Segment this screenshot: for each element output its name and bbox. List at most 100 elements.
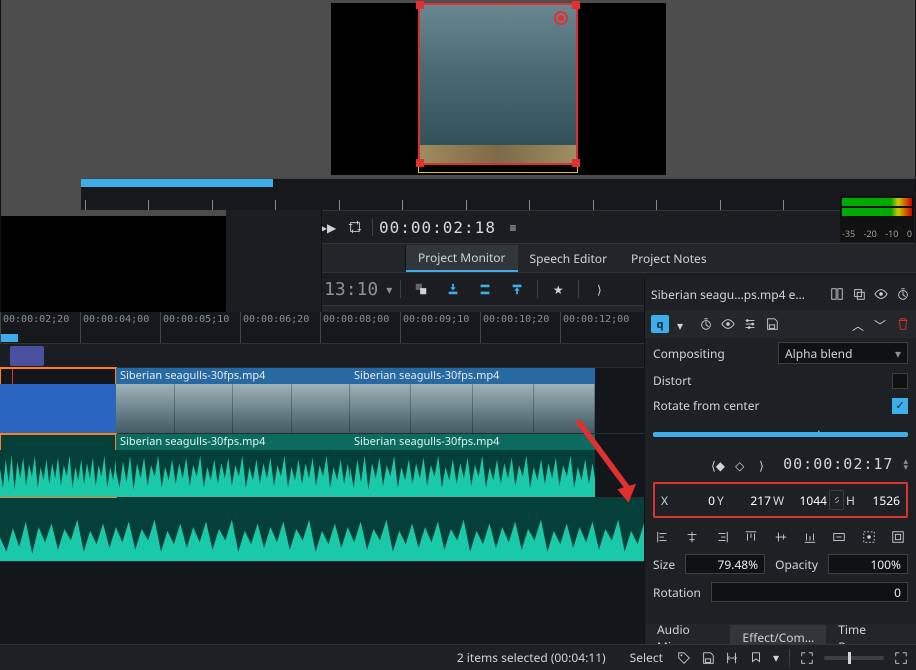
align-left-icon[interactable] [653, 528, 673, 546]
delete-effect-icon[interactable] [896, 317, 910, 331]
audio-track-2[interactable] [0, 498, 644, 562]
tool-insert-icon[interactable] [441, 277, 465, 301]
clip-title: Siberian seagulls-30fps.mp4 [116, 434, 350, 450]
transform-w[interactable]: W 1044 [773, 492, 827, 509]
status-fit-icon[interactable] [894, 651, 908, 665]
w-label: W [773, 492, 785, 509]
rotation-label: Rotation [653, 584, 701, 601]
kf-spinner[interactable]: ▴▾ [903, 458, 908, 470]
transform-handle[interactable] [572, 1, 580, 9]
status-mode: Select [630, 649, 663, 666]
status-snap-icon[interactable] [725, 651, 739, 665]
effect-chip[interactable]: q [651, 315, 669, 333]
tool-compositing-icon[interactable] [409, 277, 433, 301]
align-bottom-icon[interactable] [800, 528, 820, 546]
ruler-label: 00:00:06;20 [243, 314, 309, 325]
subtitle-chip[interactable] [10, 346, 44, 366]
project-timecode[interactable]: 00:00:02:18 [379, 218, 496, 237]
status-marker-icon[interactable] [749, 651, 763, 665]
project-monitor-canvas[interactable] [331, 3, 666, 175]
project-menu-icon[interactable]: ≡ [502, 216, 524, 238]
tool-favorite-icon[interactable]: ★ [546, 277, 570, 301]
rotate-center-checkbox[interactable] [892, 398, 908, 414]
target-marker-icon [554, 11, 568, 25]
timeline-ruler[interactable]: 00:00:02;20 00:00:04;00 00:00:05;10 00:0… [0, 312, 644, 344]
x-value[interactable]: 0 [675, 492, 715, 509]
tab-speech-editor[interactable]: Speech Editor [518, 246, 620, 271]
panel-visibility-icon[interactable] [874, 287, 888, 301]
audio-clip[interactable]: Siberian seagulls-30fps.mp4 [116, 434, 350, 497]
meter-label: -20 [864, 227, 877, 240]
ruler-label: 00:00:10;20 [483, 314, 549, 325]
distort-checkbox[interactable] [892, 373, 908, 389]
ruler-label: 00:00:05;10 [163, 314, 229, 325]
kf-prev-icon[interactable]: ⟨◆ [711, 457, 725, 471]
align-right-icon[interactable] [712, 528, 732, 546]
collapse-up-icon[interactable]: ︿ [852, 317, 866, 331]
audio-clip[interactable] [0, 434, 116, 497]
status-zoom-slider[interactable] [824, 656, 884, 660]
tool-overflow-icon[interactable]: ⟩ [587, 277, 611, 301]
video-clip[interactable] [0, 368, 116, 433]
video-clip[interactable]: Siberian seagulls-30fps.mp4 [116, 368, 350, 433]
panel-timer-icon[interactable] [896, 287, 910, 301]
audio-track-1[interactable]: Siberian seagulls-30fps.mp4 Siberian sea… [0, 434, 644, 498]
project-monitor-panel: 1:1 ▾ ◀◀ ▶ ▾ ▶▶ 00:00:02:18 ≡ [80, 0, 916, 244]
stopwatch-icon[interactable] [699, 317, 713, 331]
chevron-down-icon[interactable]: ▾ [773, 649, 779, 666]
transform-y[interactable]: Y 217 [717, 492, 771, 509]
status-fullscreen-icon[interactable] [800, 651, 814, 665]
tool-overwrite-icon[interactable] [473, 277, 497, 301]
project-crop-icon[interactable] [344, 216, 366, 238]
fit-source-icon[interactable] [859, 528, 879, 546]
video-track-1[interactable]: Siberian seagulls-30fps.mp4 Siberian sea… [0, 368, 644, 434]
keyframe-timecode[interactable]: 00:00:02:17 [783, 455, 893, 473]
save-icon[interactable] [765, 317, 779, 331]
y-value[interactable]: 217 [731, 492, 771, 509]
panel-split-icon[interactable] [830, 287, 844, 301]
chevron-down-icon[interactable]: ▾ [677, 317, 691, 331]
clip-title: Siberian seagulls-30fps.mp4 [350, 434, 595, 450]
audio-clip[interactable] [0, 498, 644, 561]
collapse-down-icon[interactable]: ﹀ [874, 317, 888, 331]
status-save-icon[interactable] [701, 651, 715, 665]
transform-x[interactable]: X 0 [661, 492, 715, 509]
project-transform-box[interactable] [418, 3, 578, 165]
tab-project-monitor[interactable]: Project Monitor [406, 245, 518, 272]
transform-handle[interactable] [572, 159, 580, 167]
fit-frame-icon[interactable] [888, 528, 908, 546]
chevron-down-icon[interactable]: ▾ [386, 281, 392, 298]
w-value[interactable]: 1044 [787, 492, 827, 509]
transform-h[interactable]: H 1526 [846, 492, 900, 509]
h-value[interactable]: 1526 [860, 492, 900, 509]
panel-copy-icon[interactable] [852, 287, 866, 301]
eye-icon[interactable] [721, 317, 735, 331]
align-top-icon[interactable] [741, 528, 761, 546]
effects-panel: Siberian seagu…ps.mp4 effects q ▾ ︿ ﹀ Co… [644, 278, 916, 652]
link-wh-icon[interactable] [829, 490, 844, 510]
fit-width-icon[interactable] [829, 528, 849, 546]
ruler-label: 00:00:08;00 [323, 314, 389, 325]
kf-add-icon[interactable]: ◇ [735, 457, 749, 471]
x-label: X [661, 492, 673, 509]
kf-next-icon[interactable]: ⟩ [759, 457, 773, 471]
align-vcenter-icon[interactable] [771, 528, 791, 546]
compositing-select[interactable]: Alpha blend [778, 342, 908, 364]
size-label: Size [653, 556, 675, 573]
ruler-label: 00:00:02;20 [3, 314, 69, 325]
status-tag-icon[interactable] [677, 651, 691, 665]
transform-handle[interactable] [416, 159, 424, 167]
video-clip[interactable]: Siberian seagulls-30fps.mp4 [350, 368, 595, 433]
project-monitor-ruler[interactable] [81, 178, 915, 210]
size-field[interactable]: 79.48% [685, 554, 765, 574]
opacity-field[interactable]: 100% [828, 554, 908, 574]
transform-handle[interactable] [416, 1, 424, 9]
sliders-icon[interactable] [743, 317, 757, 331]
tool-extract-icon[interactable] [505, 277, 529, 301]
audio-clip[interactable]: Siberian seagulls-30fps.mp4 [350, 434, 595, 497]
rotation-field[interactable]: 0 [711, 582, 908, 602]
align-hcenter-icon[interactable] [682, 528, 702, 546]
distort-label: Distort [653, 372, 691, 389]
keyframe-slider[interactable]: ▴ [645, 418, 916, 450]
tab-project-notes[interactable]: Project Notes [619, 246, 719, 271]
